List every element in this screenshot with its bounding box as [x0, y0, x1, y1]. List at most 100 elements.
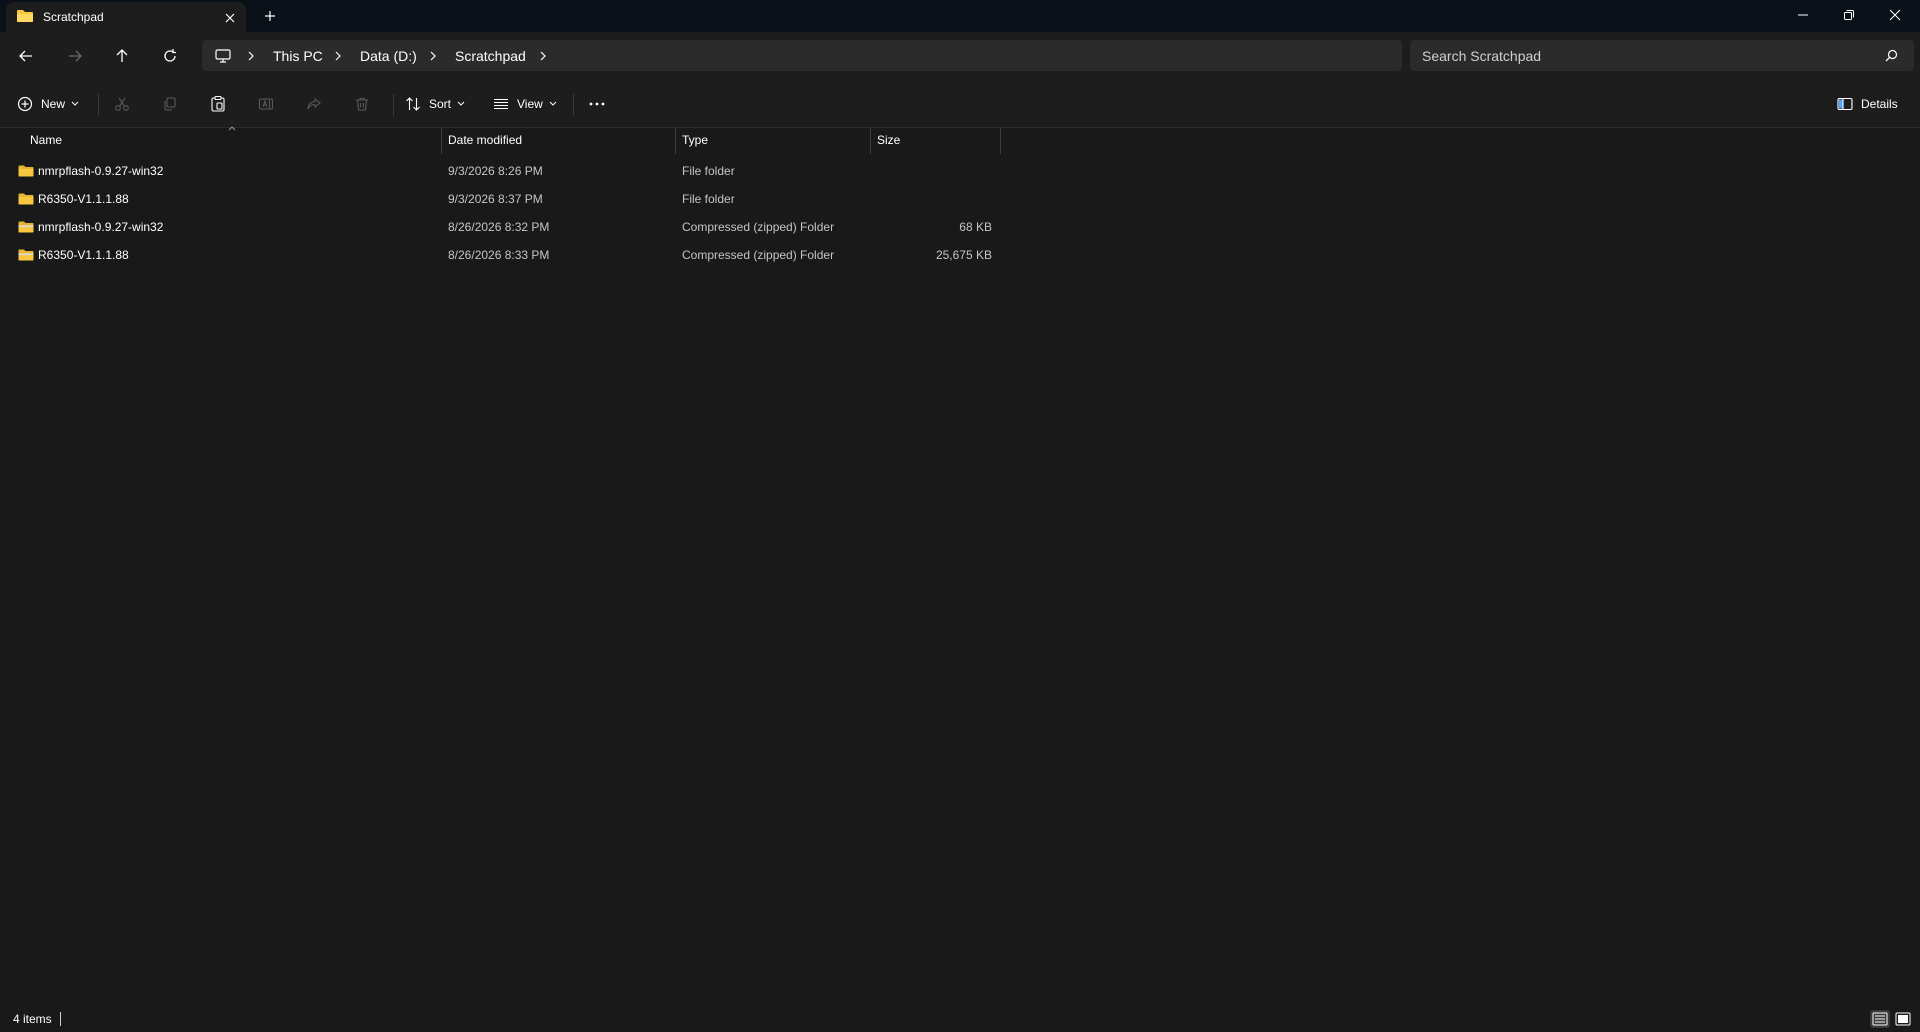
file-type: File folder	[682, 192, 735, 206]
zip-folder-icon	[18, 249, 34, 261]
sort-ascending-icon	[228, 126, 236, 131]
file-date-modified: 8/26/2026 8:33 PM	[448, 248, 550, 262]
column-header-size[interactable]: Size	[871, 128, 1000, 152]
restore-icon	[1844, 10, 1854, 20]
details-label: Details	[1861, 97, 1898, 111]
divider	[393, 94, 394, 116]
forward-button[interactable]	[61, 42, 89, 70]
details-view-icon	[1872, 1012, 1888, 1026]
delete-button[interactable]	[354, 90, 370, 118]
view-list-icon	[494, 98, 508, 110]
new-tab-button[interactable]	[260, 6, 280, 26]
column-header-row: Name Date modified Type Size	[0, 128, 1002, 154]
navigation-bar: This PC Data (D:) Scratchpad	[0, 32, 1920, 80]
share-button[interactable]	[306, 90, 322, 118]
refresh-button[interactable]	[156, 42, 184, 70]
sort-button[interactable]: Sort	[405, 90, 465, 118]
divider	[573, 94, 574, 116]
copy-icon	[164, 97, 176, 111]
add-circle-icon	[17, 96, 33, 112]
status-bar: 4 items	[0, 1006, 1920, 1032]
rename-icon	[258, 98, 274, 110]
file-name: R6350-V1.1.1.88	[38, 248, 129, 262]
title-bar: Scratchpad	[0, 0, 1920, 32]
more-options-button[interactable]	[588, 90, 606, 118]
copy-button[interactable]	[162, 90, 178, 118]
file-type: Compressed (zipped) Folder	[682, 248, 835, 262]
close-icon	[225, 13, 235, 23]
details-view-button[interactable]	[1870, 1010, 1890, 1028]
tab-title: Scratchpad	[43, 10, 104, 24]
chevron-right-icon[interactable]	[428, 50, 438, 62]
file-name: nmrpflash-0.9.27-win32	[38, 220, 164, 234]
breadcrumb-data-d[interactable]: Data (D:)	[360, 48, 417, 64]
tiles-view-icon	[1895, 1012, 1911, 1026]
chevron-right-icon[interactable]	[538, 50, 548, 62]
command-bar: New Sort View Details	[0, 80, 1920, 128]
file-row[interactable]: nmrpflash-0.9.27-win32 9/3/2026 8:26 PM …	[0, 157, 1002, 185]
divider	[60, 1012, 61, 1026]
file-type: File folder	[682, 164, 735, 178]
view-button-label: View	[517, 97, 543, 111]
share-icon	[307, 97, 321, 110]
details-pane-button[interactable]: Details	[1837, 90, 1898, 118]
file-row[interactable]: R6350-V1.1.1.88 8/26/2026 8:33 PM Compre…	[0, 241, 1002, 269]
minimize-button[interactable]	[1780, 0, 1826, 30]
column-header-date-modified[interactable]: Date modified	[442, 128, 675, 152]
file-size: 25,675 KB	[935, 248, 992, 262]
folder-icon	[18, 165, 34, 177]
new-button-label: New	[41, 97, 66, 111]
file-date-modified: 9/3/2026 8:26 PM	[448, 164, 543, 178]
divider	[98, 94, 99, 116]
refresh-icon	[164, 49, 176, 62]
chevron-right-icon[interactable]	[333, 50, 343, 62]
cut-button[interactable]	[114, 90, 130, 118]
file-name: nmrpflash-0.9.27-win32	[38, 164, 164, 178]
file-date-modified: 8/26/2026 8:32 PM	[448, 220, 550, 234]
column-header-name[interactable]: Name	[24, 128, 442, 152]
more-icon	[589, 102, 605, 106]
column-header-type[interactable]: Type	[676, 128, 870, 152]
computer-icon	[214, 48, 232, 64]
details-pane-icon	[1837, 97, 1853, 111]
breadcrumb-this-pc[interactable]: This PC	[273, 48, 323, 64]
cut-icon	[115, 97, 129, 111]
chevron-down-icon	[549, 101, 557, 106]
restore-button[interactable]	[1826, 0, 1872, 30]
new-button[interactable]: New	[17, 90, 79, 118]
sort-icon	[406, 97, 420, 111]
search-box[interactable]	[1410, 40, 1914, 71]
close-icon	[1889, 9, 1901, 21]
chevron-right-icon[interactable]	[246, 50, 256, 62]
search-icon[interactable]	[1885, 49, 1898, 62]
zip-folder-icon	[18, 221, 34, 233]
large-icons-view-button[interactable]	[1893, 1010, 1913, 1028]
close-window-button[interactable]	[1872, 0, 1918, 30]
view-button[interactable]: View	[493, 90, 557, 118]
item-count: 4 items	[13, 1012, 52, 1026]
file-date-modified: 9/3/2026 8:37 PM	[448, 192, 543, 206]
folder-icon	[18, 193, 34, 205]
paste-button[interactable]	[210, 90, 226, 118]
address-bar[interactable]: This PC Data (D:) Scratchpad	[202, 40, 1402, 71]
file-size: 68 KB	[959, 220, 992, 234]
file-type: Compressed (zipped) Folder	[682, 220, 835, 234]
chevron-down-icon	[457, 101, 465, 106]
back-icon	[19, 50, 32, 62]
chevron-down-icon	[71, 101, 79, 106]
rename-button[interactable]	[258, 90, 274, 118]
folder-icon	[16, 9, 34, 23]
search-input[interactable]	[1422, 40, 1862, 71]
breadcrumb-scratchpad[interactable]: Scratchpad	[455, 48, 526, 64]
file-row[interactable]: nmrpflash-0.9.27-win32 8/26/2026 8:32 PM…	[0, 213, 1002, 241]
up-button[interactable]	[108, 42, 136, 70]
file-row[interactable]: R6350-V1.1.1.88 9/3/2026 8:37 PM File fo…	[0, 185, 1002, 213]
paste-icon	[211, 95, 225, 112]
tab-scratchpad[interactable]: Scratchpad	[6, 2, 246, 32]
back-button[interactable]	[12, 42, 40, 70]
sort-button-label: Sort	[429, 97, 452, 111]
file-name: R6350-V1.1.1.88	[38, 192, 129, 206]
close-tab-button[interactable]	[220, 8, 240, 28]
up-icon	[116, 49, 128, 62]
column-resize-handle[interactable]	[1000, 128, 1001, 154]
